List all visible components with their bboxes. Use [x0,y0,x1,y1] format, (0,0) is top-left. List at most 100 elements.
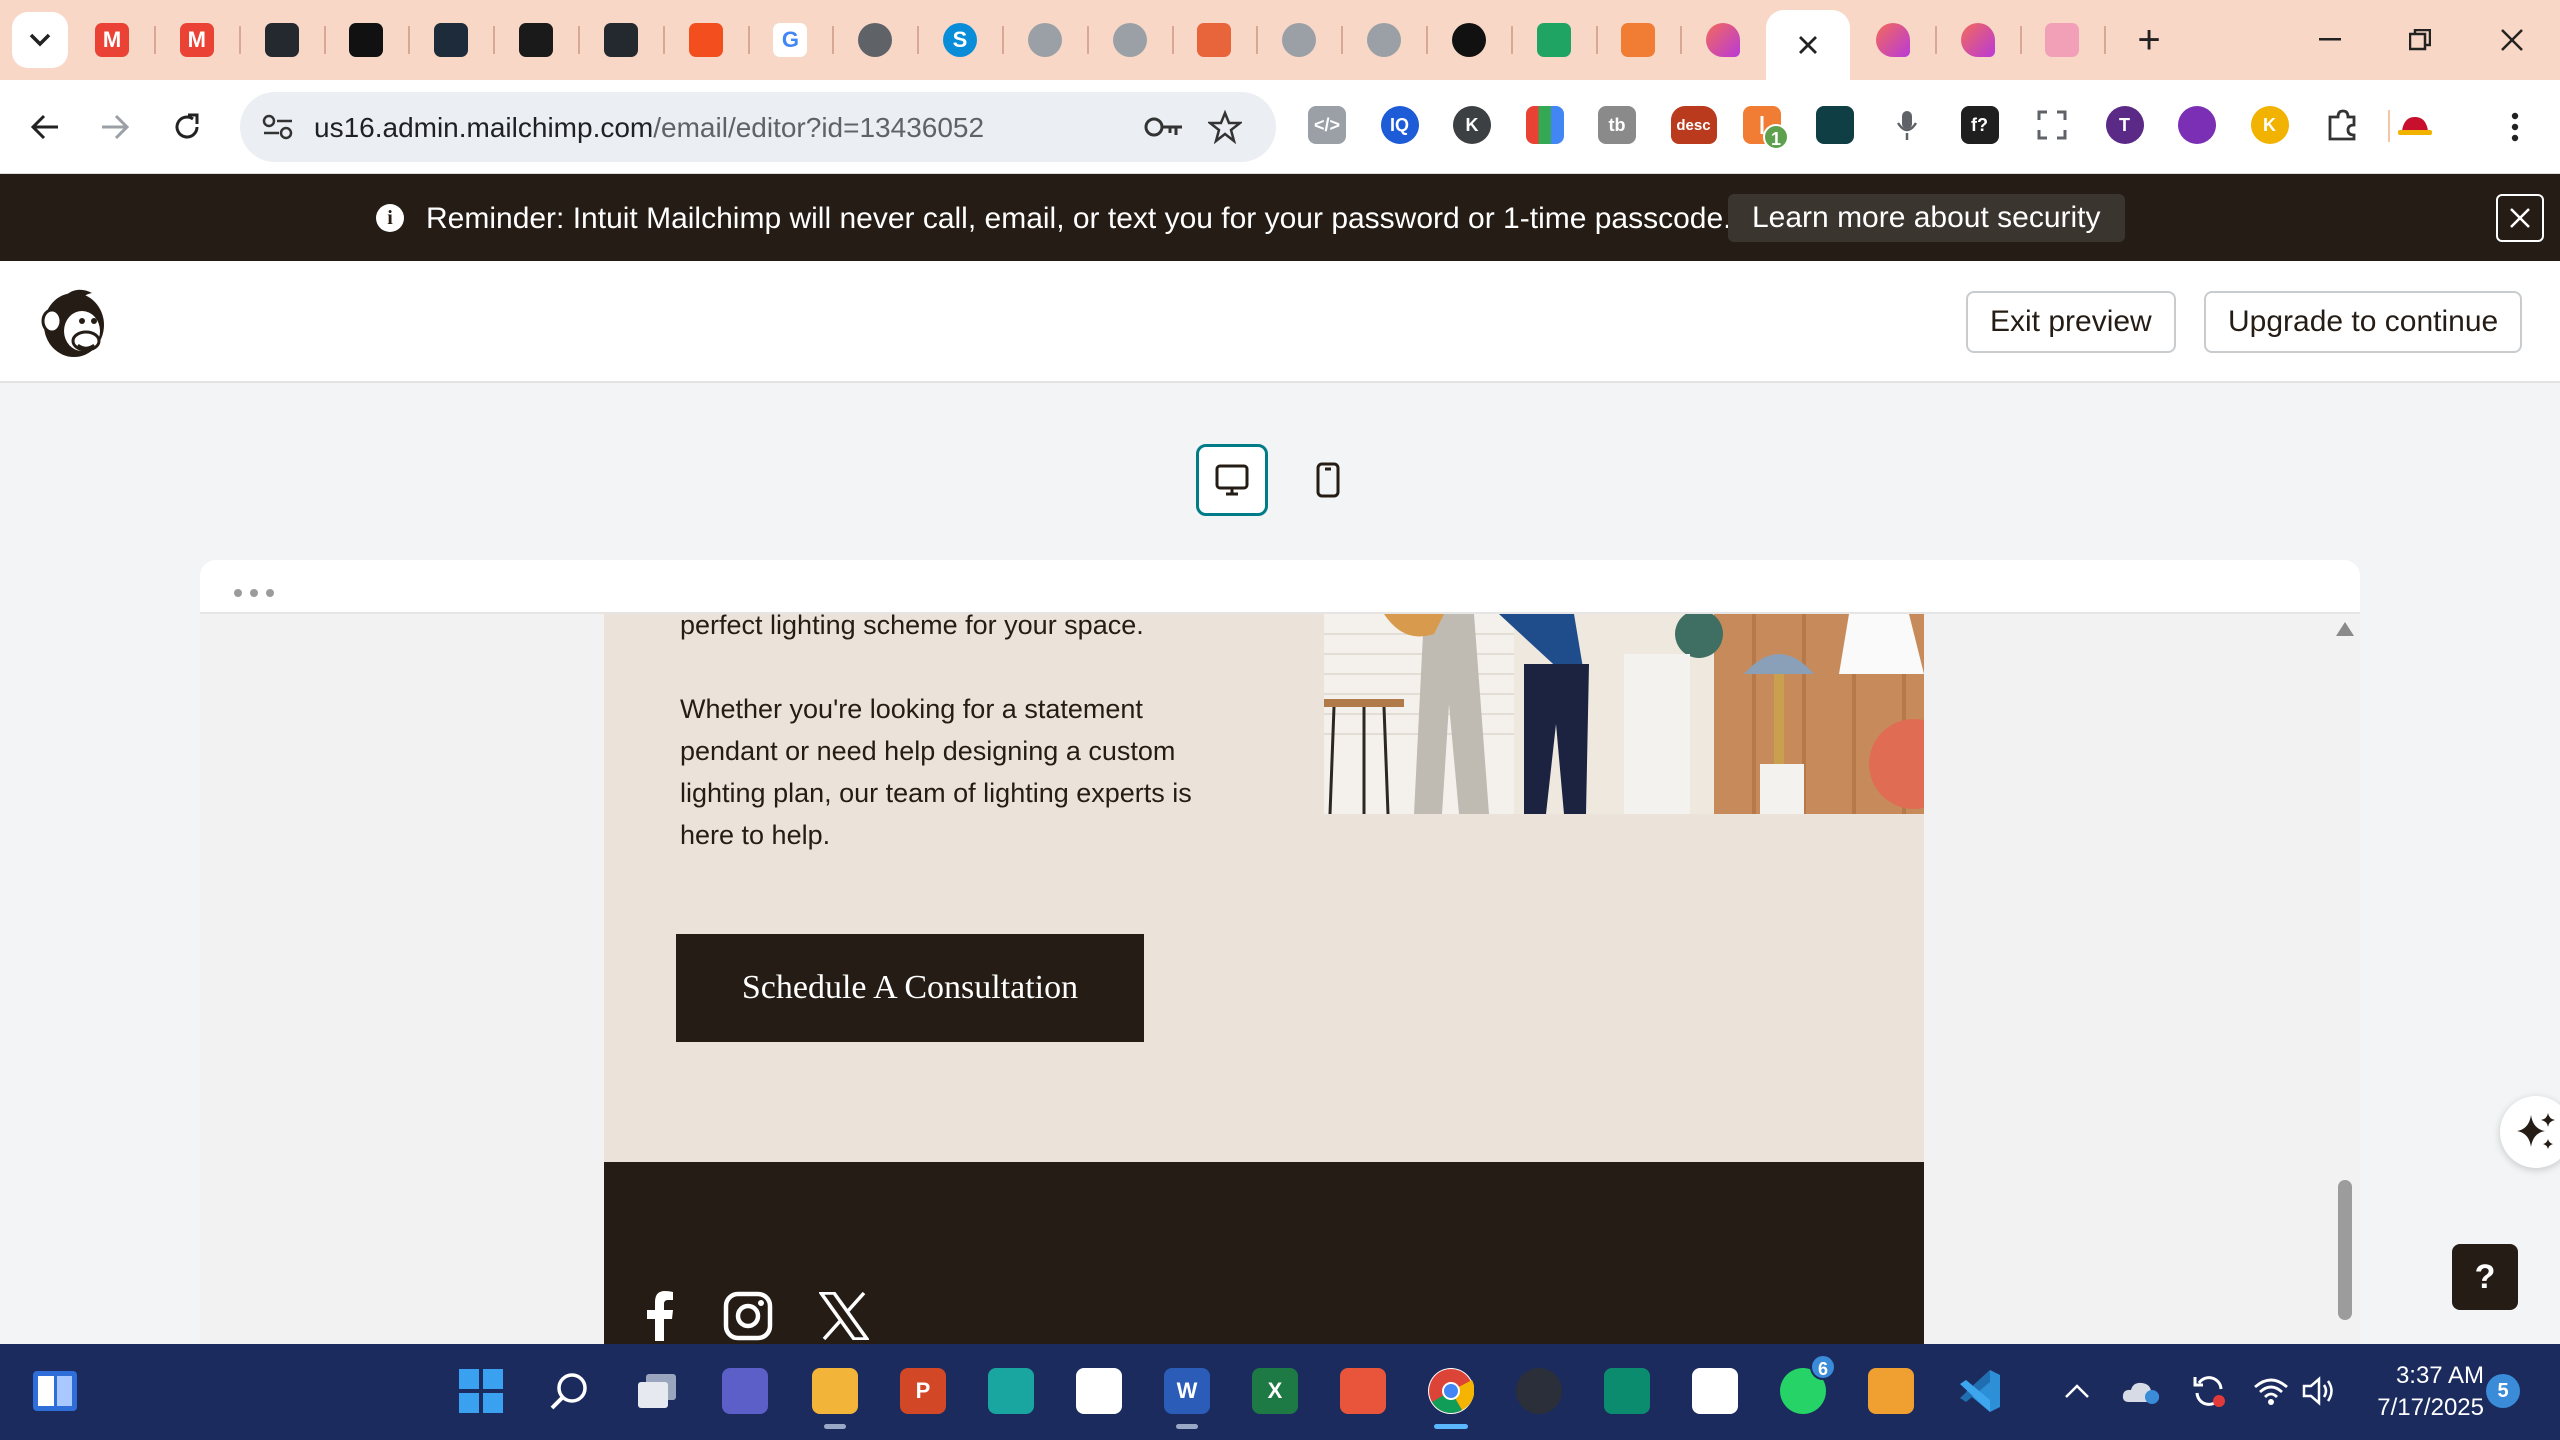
k-icon[interactable]: K [1453,106,1491,144]
taskbar-word[interactable]: W [1158,1362,1216,1429]
notification-badge[interactable]: 5 [2486,1374,2520,1408]
banner-close-button[interactable] [2496,194,2544,242]
close-icon[interactable] [1791,28,1825,62]
browser-tab[interactable] [1003,12,1087,68]
new-tab-button[interactable]: + [2124,16,2174,66]
facebook-link[interactable] [634,1290,686,1342]
browser-tab[interactable] [324,12,408,68]
sync-tray[interactable] [2180,1362,2238,1420]
x-link[interactable] [818,1290,870,1342]
close-window-button[interactable] [2482,14,2542,66]
taskbar-capcut[interactable] [1686,1362,1744,1420]
browser-tab[interactable] [494,12,578,68]
k-icon[interactable]: K [2250,106,2289,144]
tab-active[interactable] [1766,10,1850,80]
bookmark-star-icon[interactable] [1208,110,1242,144]
taskbar-store[interactable] [1070,1362,1128,1420]
browser-tab[interactable]: M [155,12,239,68]
browser-tab[interactable] [579,12,663,68]
schedule-consultation-button[interactable]: Schedule A Consultation [676,934,1144,1042]
taskbar-file-explorer[interactable] [806,1362,864,1429]
clock-time: 3:37 AM [2395,1362,2484,1389]
forward-button[interactable] [90,102,140,152]
taskbar-powerpoint[interactable]: P [894,1362,952,1420]
taskbar-windows-start[interactable] [452,1362,510,1420]
eye-icon[interactable] [2178,106,2216,144]
browser-tab[interactable] [833,12,917,68]
taskbar-excel[interactable]: X [1246,1362,1304,1420]
browser-tab[interactable] [1681,12,1765,68]
desktop-preview-toggle[interactable] [1196,444,1268,516]
email-canvas: perfect lighting scheme for your space. … [604,610,1924,1344]
taskbar-obs[interactable] [1510,1362,1568,1420]
ai-assistant-button[interactable] [2500,1096,2560,1168]
taskbar-search[interactable] [540,1362,598,1420]
browser-tab[interactable] [664,12,748,68]
browser-tab[interactable]: M [70,12,154,68]
taskbar-fruit-app[interactable] [1334,1362,1392,1420]
diamond-icon[interactable] [1815,106,1854,144]
browser-tab[interactable] [1172,12,1256,68]
onedrive-tray[interactable] [2112,1362,2170,1420]
chrome-menu-button[interactable] [2490,102,2540,152]
volume-tray[interactable] [2290,1362,2348,1420]
more-options-icon[interactable] [234,584,282,602]
taskbar-edge[interactable] [982,1362,1040,1420]
back-button[interactable] [20,102,70,152]
taskbar-teams[interactable] [716,1362,774,1420]
exit-preview-button[interactable]: Exit preview [1966,291,2176,353]
browser-tab[interactable]: S [918,12,1002,68]
instagram-link[interactable] [722,1290,774,1342]
taskbar-vscode[interactable] [1950,1362,2008,1420]
browser-tab[interactable] [1851,12,1935,68]
scrollbar-thumb[interactable] [2338,1180,2352,1320]
drive-icon [1536,23,1571,57]
browser-tab[interactable] [1596,12,1680,68]
hat-icon[interactable] [2396,106,2434,144]
browser-tab[interactable] [409,12,493,68]
expand-icon[interactable] [2033,106,2071,144]
tab-search-button[interactable] [12,12,68,68]
reload-button[interactable] [162,102,212,152]
password-key-icon[interactable] [1144,114,1184,140]
onedrive-icon [2122,1382,2159,1404]
browser-tab[interactable] [2020,12,2104,68]
mic-icon[interactable] [1888,106,1926,144]
browser-tab[interactable] [240,12,324,68]
browser-tab[interactable] [1936,12,2020,68]
desc-icon[interactable]: desc [1670,106,1717,144]
taskbar-vpn[interactable] [1862,1362,1920,1420]
restore-button[interactable] [2390,14,2450,66]
browser-tab[interactable] [1427,12,1511,68]
minimize-button[interactable] [2300,14,2360,66]
system-clock[interactable]: 3:37 AM 7/17/2025 [2366,1360,2484,1424]
scroll-up-arrow-icon[interactable] [2336,622,2354,636]
counter-icon[interactable]: 1 [1743,106,1789,150]
browser-tab[interactable] [1088,12,1172,68]
taskbar-task-view[interactable] [628,1362,686,1420]
browser-tab[interactable] [1512,12,1596,68]
help-button[interactable]: ? [2452,1244,2518,1310]
taskbar-whatsapp[interactable]: 6 [1774,1354,1836,1420]
mobile-preview-toggle[interactable] [1308,458,1348,502]
upgrade-button[interactable]: Upgrade to continue [2204,291,2523,353]
widgets-button[interactable] [26,1362,84,1420]
browser-tab[interactable]: G [748,12,832,68]
palette-icon[interactable] [1525,106,1564,144]
browser-tab[interactable] [1257,12,1341,68]
browser-tab[interactable] [1342,12,1426,68]
code-icon[interactable]: </> [1308,106,1346,144]
desktop-icon [1215,464,1249,496]
t-icon[interactable]: T [2105,106,2144,144]
learn-more-security-link[interactable]: Learn more about security [1728,194,2125,242]
mailchimp-logo-icon[interactable] [34,281,114,363]
tb-icon[interactable]: tb [1598,106,1636,144]
taskbar-filmora[interactable] [1598,1362,1656,1420]
function-icon[interactable]: f? [1960,106,1999,144]
fruit-app-icon [1340,1368,1386,1414]
puzzle-icon[interactable] [2323,106,2361,144]
taskbar-chrome[interactable] [1422,1362,1480,1429]
show-hidden-icons-button[interactable] [2048,1362,2106,1420]
iq-icon[interactable]: IQ [1380,106,1419,144]
address-bar[interactable]: us16.admin.mailchimp.com/email/editor?id… [240,92,1276,162]
